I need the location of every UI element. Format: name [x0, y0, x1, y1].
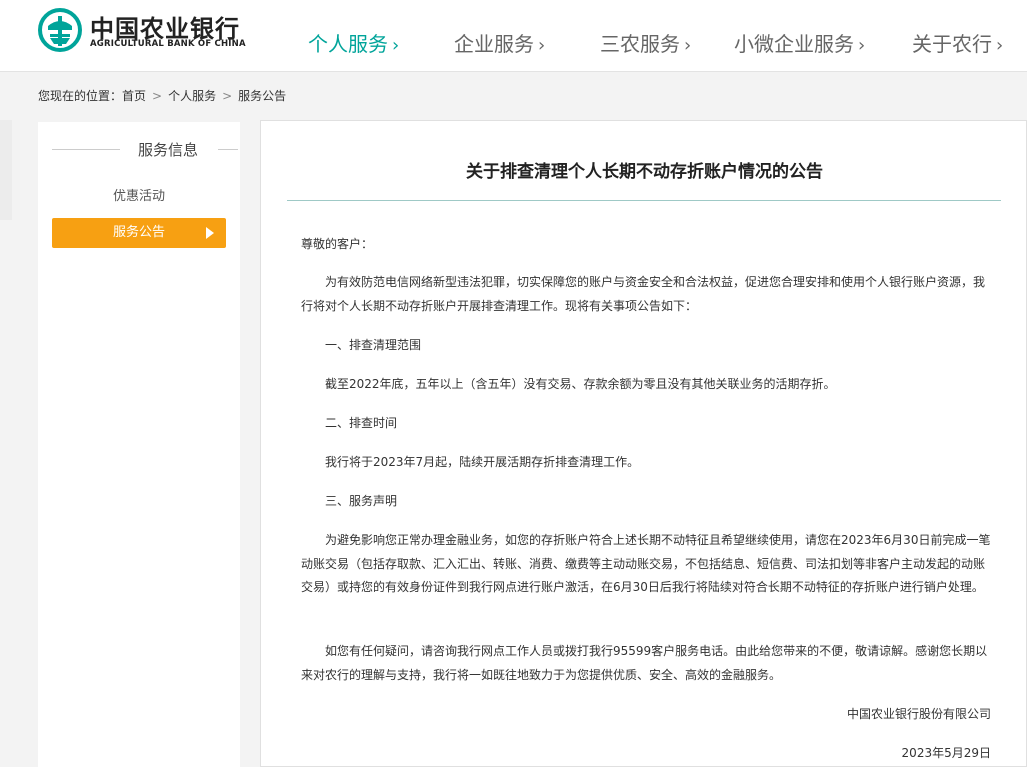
chevron-right-icon: ›	[538, 35, 546, 56]
section2-heading: 二、排查时间	[325, 416, 398, 430]
intro-paragraph: 为有效防范电信网络新型违法犯罪，切实保障您的账户与资金安全和合法权益，促进您合理…	[301, 275, 986, 313]
breadcrumb-bar: 您现在的位置：首页 > 个人服务 > 服务公告	[0, 72, 1027, 118]
chevron-right-icon: ›	[684, 35, 692, 56]
announcement-date: 2023年5月29日	[901, 746, 991, 760]
greeting: 尊敬的客户：	[301, 237, 374, 251]
sidebar-title-divider	[218, 149, 238, 150]
sidebar-item-label: 优惠活动	[112, 189, 165, 204]
title-divider	[287, 200, 1001, 201]
sidebar-item-promotions[interactable]: 优惠活动	[52, 182, 226, 212]
chevron-right-icon: ›	[858, 35, 866, 56]
announcement-article: 关于排查清理个人长期不动存折账户情况的公告 尊敬的客户： 为有效防范电信网络新型…	[260, 120, 1027, 767]
sidebar-title: 服务信息	[138, 141, 199, 159]
chevron-right-icon: ›	[392, 35, 400, 56]
section1-heading: 一、排查清理范围	[325, 338, 422, 352]
sidebar-item-label: 服务公告	[112, 225, 165, 240]
breadcrumb-home[interactable]: 首页	[122, 89, 146, 103]
site-header: 中国农业银行 AGRICULTURAL BANK OF CHINA 个人服务 › …	[0, 0, 1027, 72]
section2-text: 我行将于2023年7月起，陆续开展活期存折排查清理工作。	[325, 455, 640, 469]
left-edge-strip	[0, 120, 12, 220]
breadcrumb-separator: >	[152, 89, 163, 103]
signature: 中国农业银行股份有限公司	[846, 707, 991, 721]
abc-logo-icon	[38, 8, 82, 52]
breadcrumb: 您现在的位置：首页 > 个人服务 > 服务公告	[38, 87, 286, 104]
nav-item-personal[interactable]: 个人服务 ›	[308, 28, 399, 57]
triangle-right-icon	[206, 227, 214, 239]
chevron-right-icon: ›	[996, 35, 1004, 56]
sidebar-item-service-notices[interactable]: 服务公告	[52, 218, 226, 248]
breadcrumb-prefix: 您现在的位置：	[38, 89, 123, 103]
logo-english-name: AGRICULTURAL BANK OF CHINA	[90, 39, 246, 49]
section1-text: 截至2022年底，五年以上（含五年）没有交易、存款余额为零且没有其他关联业务的活…	[325, 377, 836, 391]
nav-item-about[interactable]: 关于农行 ›	[912, 28, 1003, 57]
breadcrumb-current[interactable]: 服务公告	[238, 89, 286, 103]
section3-text: 为避免影响您正常办理金融业务，如您的存折账户符合上述长期不动特征且希望继续使用，…	[301, 533, 991, 594]
nav-item-corporate[interactable]: 企业服务 ›	[454, 28, 545, 57]
sidebar-title-divider	[52, 149, 120, 150]
closing-paragraph: 如您有任何疑问，请咨询我行网点工作人员或拨打我行95599客户服务电话。由此给您…	[301, 644, 988, 682]
breadcrumb-separator: >	[222, 89, 233, 103]
nav-item-agriculture[interactable]: 三农服务 ›	[600, 28, 691, 57]
breadcrumb-personal[interactable]: 个人服务	[168, 89, 216, 103]
section3-heading: 三、服务声明	[325, 494, 398, 508]
bank-logo[interactable]: 中国农业银行 AGRICULTURAL BANK OF CHINA	[38, 8, 268, 56]
page-title: 关于排查清理个人长期不动存折账户情况的公告	[466, 162, 823, 182]
sidebar: 服务信息 优惠活动 服务公告	[38, 122, 240, 767]
nav-item-small-business[interactable]: 小微企业服务 ›	[734, 28, 865, 57]
